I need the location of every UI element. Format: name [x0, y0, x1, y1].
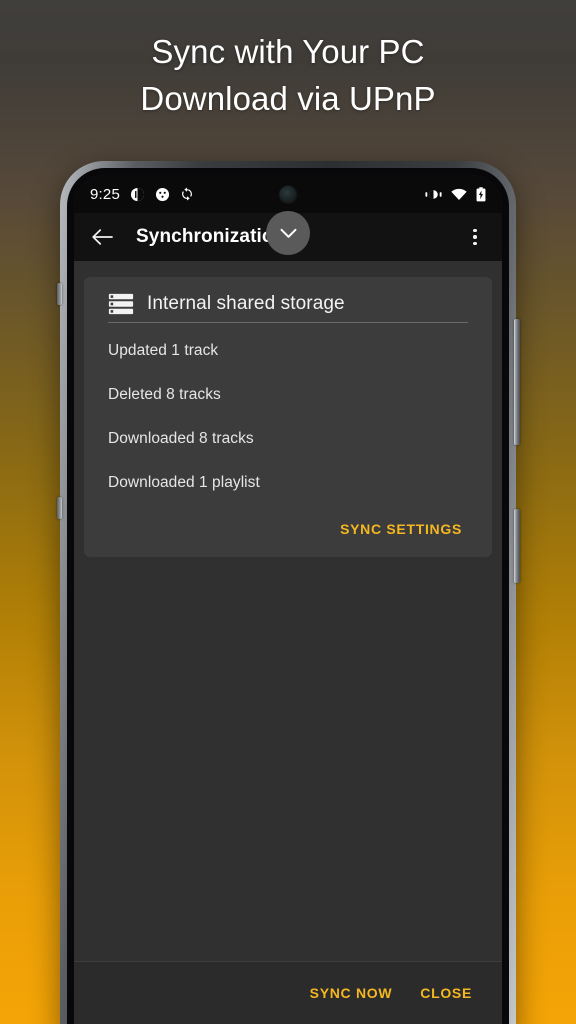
sync-content: Internal shared storage Updated 1 track …	[74, 261, 502, 1024]
headline-line-2: Download via UPnP	[140, 80, 436, 117]
sync-stats-list: Updated 1 track Deleted 8 tracks Downloa…	[84, 323, 492, 505]
card-actions: SYNC SETTINGS	[84, 505, 492, 543]
bottom-action-bar: SYNC NOW CLOSE	[74, 961, 502, 1024]
list-item: Deleted 8 tracks	[108, 386, 221, 403]
page-title: Synchronization	[136, 226, 286, 247]
status-bar-left: 9:25	[90, 186, 194, 203]
phone-mockup: 9:25 Synchronization Internal shared sto…	[57, 161, 520, 1024]
storage-summary-card: Internal shared storage Updated 1 track …	[84, 277, 492, 557]
sync-settings-button[interactable]: SYNC SETTINGS	[332, 515, 470, 543]
back-arrow-icon[interactable]	[88, 223, 116, 251]
power-button[interactable]	[514, 509, 520, 583]
list-item: Downloaded 8 tracks	[108, 430, 254, 447]
camera-punch-hole	[279, 186, 297, 203]
list-item: Downloaded 1 playlist	[108, 474, 260, 491]
sync-now-button[interactable]: SYNC NOW	[302, 979, 401, 1007]
chevron-down-icon[interactable]	[266, 211, 310, 255]
left-side-nub-bottom	[57, 497, 62, 519]
status-bar-right	[425, 186, 486, 202]
status-bar: 9:25	[74, 175, 502, 213]
vibrate-icon	[425, 188, 442, 201]
promo-headline: Sync with Your PC Download via UPnP	[0, 28, 576, 122]
phone-screen: 9:25 Synchronization Internal shared sto…	[74, 175, 502, 1024]
do-not-disturb-icon	[130, 187, 145, 202]
headline-line-1: Sync with Your PC	[151, 33, 425, 70]
card-header: Internal shared storage	[84, 293, 492, 315]
storage-icon	[108, 293, 134, 315]
app-notification-icon	[155, 187, 170, 202]
battery-charging-icon	[476, 186, 486, 202]
left-side-nub-top	[57, 283, 62, 305]
overflow-menu-icon[interactable]	[462, 224, 488, 250]
close-button[interactable]: CLOSE	[412, 979, 480, 1007]
list-item: Updated 1 track	[108, 342, 219, 359]
status-clock: 9:25	[90, 185, 120, 203]
wifi-icon	[451, 188, 467, 201]
volume-rocker-button[interactable]	[514, 319, 520, 445]
sync-icon	[180, 187, 194, 201]
card-title: Internal shared storage	[147, 293, 345, 314]
